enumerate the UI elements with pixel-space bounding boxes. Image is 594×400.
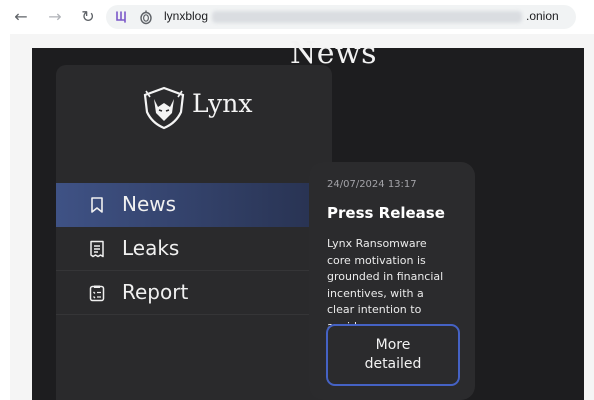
forward-icon[interactable]: → [46, 8, 64, 26]
post-excerpt-line: core motivation is [327, 253, 426, 267]
bookmark-icon [91, 197, 103, 213]
brand-name: Lynx [192, 89, 253, 118]
more-detailed-button[interactable]: More detailed [326, 324, 460, 386]
post-excerpt-line: grounded in financial [327, 270, 444, 283]
back-icon[interactable]: ← [12, 8, 30, 26]
sidebar-item-news[interactable]: News [56, 183, 332, 227]
post-excerpt-line: clear intention to [327, 303, 422, 316]
sidebar-item-leaks[interactable]: Leaks [56, 227, 332, 271]
post-excerpt-line: incentives, with a [327, 286, 424, 300]
button-label-line: More [375, 337, 411, 353]
sidebar-item-label: News [122, 192, 177, 216]
browser-toolbar: ← → ↻ lynxblog .onion [0, 0, 594, 34]
post-title: Press Release [327, 204, 445, 222]
address-redacted [212, 11, 522, 23]
sidebar-item-label: Leaks [122, 236, 180, 260]
button-label-line: detailed [364, 356, 422, 372]
sidebar-item-report[interactable]: Report [56, 271, 332, 315]
reload-icon[interactable]: ↻ [79, 8, 97, 26]
post-excerpt-line: Lynx Ransomware [327, 237, 427, 250]
sidebar: Lynx News Leaks Report [56, 65, 332, 400]
address-suffix: .onion [526, 9, 559, 23]
sidebar-item-label: Report [122, 280, 189, 304]
address-bar[interactable]: lynxblog .onion [106, 5, 576, 29]
receipt-icon [90, 240, 104, 258]
lynx-logo-icon[interactable] [140, 85, 188, 131]
clipboard-icon [89, 285, 105, 302]
post-excerpt: Lynx Ransomware core motivation is groun… [327, 236, 467, 335]
tor-circuit-icon[interactable] [114, 9, 130, 25]
onion-site-icon[interactable] [138, 9, 154, 25]
post-card: 24/07/2024 13:17 Press Release Lynx Rans… [309, 162, 475, 400]
post-date: 24/07/2024 13:17 [327, 179, 417, 190]
address-host: lynxblog [164, 9, 209, 23]
